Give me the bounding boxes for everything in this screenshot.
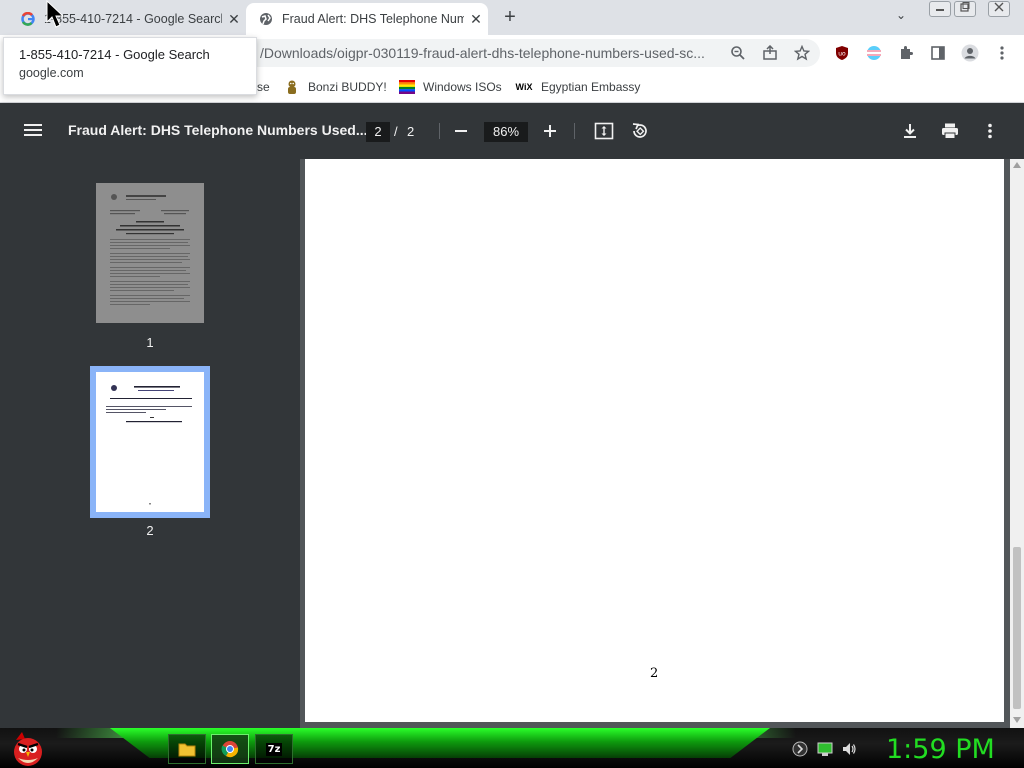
rainbow-flag-icon: [399, 79, 415, 95]
scrollbar-thumb[interactable]: [1013, 547, 1021, 709]
profile-avatar-icon[interactable]: [960, 43, 980, 63]
bookmark-label: Windows ISOs: [423, 80, 502, 94]
scroll-up-icon[interactable]: [1013, 162, 1021, 168]
total-pages: 2: [407, 124, 415, 139]
bonzi-icon: [284, 79, 300, 95]
fit-page-icon[interactable]: [594, 121, 614, 141]
tray-app-icon[interactable]: [792, 741, 808, 757]
bookmark-label: Bonzi BUDDY!: [308, 80, 387, 94]
side-panel-icon[interactable]: [928, 43, 948, 63]
sidebar-menu-icon[interactable]: [24, 121, 42, 141]
7zip-icon: 7z: [265, 742, 283, 756]
taskbar-7zip[interactable]: 7z: [255, 734, 293, 764]
taskbar-file-explorer[interactable]: [168, 734, 206, 764]
thumbnail-sidebar: 1 2: [0, 159, 300, 728]
pdf-page: 2: [305, 159, 1004, 722]
bookmark-label: se: [257, 80, 270, 94]
page-footer-number: 2: [650, 666, 659, 681]
zoom-level-input[interactable]: 86%: [484, 122, 528, 142]
chrome-icon: [221, 741, 239, 758]
download-icon[interactable]: [900, 121, 920, 141]
page-thumbnail-2-selected[interactable]: [90, 366, 210, 518]
bookmark-item[interactable]: se: [257, 77, 270, 97]
close-window-button[interactable]: [988, 1, 1010, 17]
svg-text:uo: uo: [838, 51, 846, 58]
new-tab-button[interactable]: +: [498, 6, 522, 30]
tab-hover-tooltip: 1-855-410-7214 - Google Search google.co…: [3, 37, 257, 95]
document-viewport[interactable]: 2: [300, 159, 1010, 728]
bookmark-windows-isos[interactable]: Windows ISOs: [399, 77, 502, 97]
volume-icon[interactable]: [841, 741, 857, 757]
page-thumbnail-1[interactable]: [96, 183, 204, 323]
taskbar: 7z 1:59 PM: [0, 728, 1024, 768]
zoom-out-icon[interactable]: [454, 121, 470, 141]
bookmark-star-icon[interactable]: [792, 43, 812, 63]
rotate-icon[interactable]: [630, 121, 650, 141]
taskbar-glow-panel: [110, 728, 770, 758]
tooltip-title: 1-855-410-7214 - Google Search: [19, 47, 210, 62]
tab-title: Fraud Alert: DHS Telephone Numbers Used …: [282, 12, 464, 26]
extensions-puzzle-icon[interactable]: [896, 43, 916, 63]
globe-icon: [258, 11, 274, 27]
google-icon: [20, 11, 36, 27]
tab-close-icon[interactable]: ✕: [222, 11, 246, 28]
zoom-in-icon[interactable]: [543, 121, 559, 141]
tooltip-domain: google.com: [19, 66, 84, 80]
document-scrollbar[interactable]: [1010, 159, 1024, 728]
pdf-title: Fraud Alert: DHS Telephone Numbers Used.…: [68, 122, 368, 138]
ublock-icon[interactable]: uo: [832, 43, 852, 63]
tab-close-icon[interactable]: ✕: [464, 11, 488, 28]
extension-flag-icon[interactable]: [864, 43, 884, 63]
start-button-angry-bird-icon[interactable]: [8, 730, 48, 768]
toolbar-divider: [439, 123, 440, 139]
bookmark-egyptian-embassy[interactable]: WiX Egyptian Embassy: [515, 77, 641, 97]
thumbnail-label: 2: [146, 523, 154, 538]
page-number-input[interactable]: 2: [366, 122, 390, 142]
bookmark-label: Egyptian Embassy: [541, 80, 641, 94]
folder-icon: [178, 743, 196, 757]
more-options-icon[interactable]: [980, 121, 1000, 141]
share-icon[interactable]: [760, 43, 780, 63]
tab-search-icon[interactable]: ⌄: [896, 8, 906, 22]
tab-google-search[interactable]: 1-855-410-7214 - Google Search ✕: [8, 3, 246, 35]
pdf-toolbar: Fraud Alert: DHS Telephone Numbers Used.…: [0, 103, 1024, 159]
tab-fraud-alert[interactable]: Fraud Alert: DHS Telephone Numbers Used …: [246, 3, 488, 35]
print-icon[interactable]: [940, 121, 960, 141]
zoom-icon[interactable]: [728, 43, 748, 63]
bookmark-bonzi-buddy[interactable]: Bonzi BUDDY!: [284, 77, 387, 97]
page-thumbnail-2: [96, 372, 204, 512]
page-separator: /: [394, 124, 398, 139]
minimize-button[interactable]: [929, 1, 951, 17]
taskbar-chrome[interactable]: [211, 734, 249, 764]
mouse-cursor-icon: [46, 0, 65, 28]
chrome-menu-icon[interactable]: [992, 43, 1012, 63]
scroll-down-icon[interactable]: [1013, 717, 1021, 723]
toolbar-divider: [574, 123, 575, 139]
wix-icon: WiX: [515, 82, 533, 92]
tab-strip: 1-855-410-7214 - Google Search ✕ Fraud A…: [0, 0, 1024, 35]
tab-title: 1-855-410-7214 - Google Search: [44, 12, 222, 26]
network-icon[interactable]: [817, 741, 833, 757]
maximize-button[interactable]: [954, 1, 976, 17]
taskbar-clock[interactable]: 1:59 PM: [886, 734, 995, 765]
thumbnail-label: 1: [146, 335, 154, 350]
url-text: /Downloads/oigpr-030119-fraud-alert-dhs-…: [260, 45, 705, 61]
